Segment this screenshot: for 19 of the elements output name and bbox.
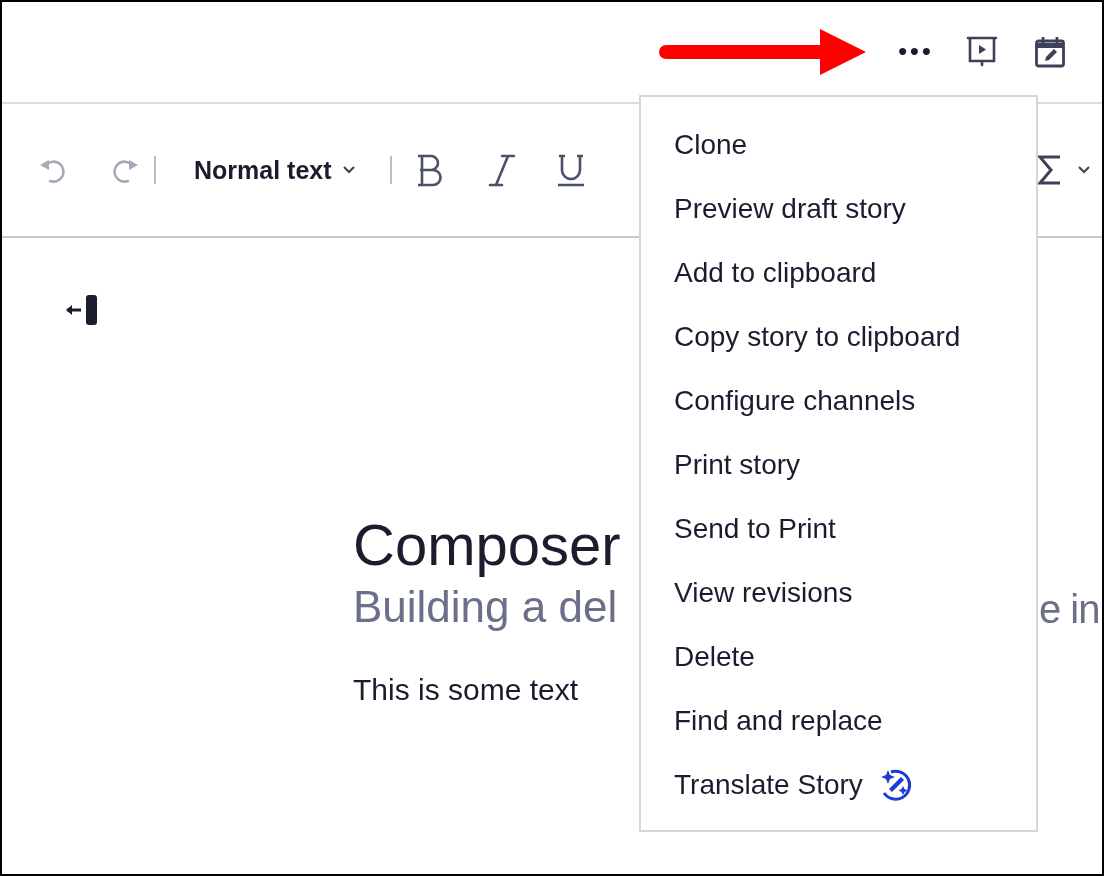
menu-item[interactable]: Send to Print <box>641 497 1036 561</box>
menu-item[interactable]: Delete <box>641 625 1036 689</box>
chevron-icon <box>341 165 356 175</box>
more-button[interactable]: ••• <box>880 30 948 74</box>
menu-item[interactable]: Preview draft story <box>641 177 1036 241</box>
menu-item[interactable]: Add to clipboard <box>641 241 1036 305</box>
text-style-dropdown[interactable]: Normal text <box>194 155 356 185</box>
menu-item[interactable]: Configure channels <box>641 369 1036 433</box>
cursor-icon <box>65 294 99 326</box>
story-subtitle: Building a del <box>353 581 619 633</box>
story-subtitle: e in <box>1039 586 1100 633</box>
menu-item[interactable]: Copy story to clipboard <box>641 305 1036 369</box>
menu-item[interactable]: Find and replace <box>641 689 1036 753</box>
menu-item[interactable]: Print story <box>641 433 1036 497</box>
menu-item[interactable]: Translate Story <box>641 753 1036 817</box>
story-title: Composer <box>353 511 621 579</box>
menu-item[interactable]: Clone <box>641 113 1036 177</box>
menu-item[interactable]: View revisions <box>641 561 1036 625</box>
body-text: This is some text <box>353 672 580 708</box>
